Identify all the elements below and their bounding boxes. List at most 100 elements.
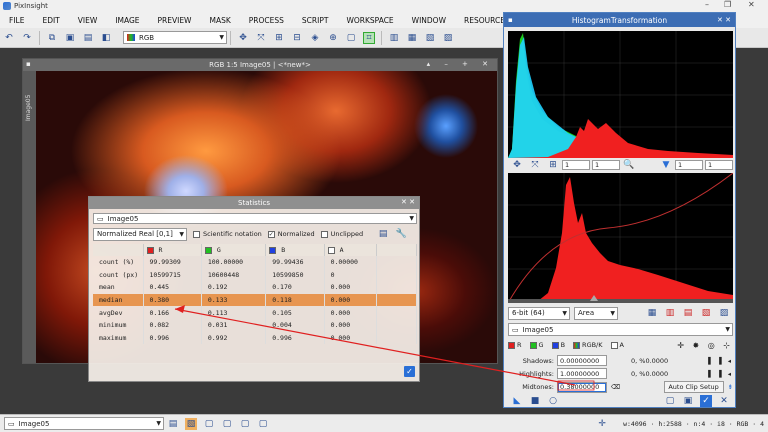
window-menu-icon[interactable]: ▪ bbox=[26, 60, 31, 68]
column-header-r[interactable]: R bbox=[143, 244, 202, 256]
zoom-fit-icon[interactable]: ⤧ bbox=[255, 32, 267, 44]
channel-combo[interactable]: RGB ▼ bbox=[123, 31, 227, 44]
clone-icon[interactable]: ◧ bbox=[100, 32, 112, 44]
zoom-v-spin[interactable]: 1 bbox=[592, 160, 620, 170]
statistics-controls-icon[interactable]: ✕ ✕ bbox=[401, 198, 415, 206]
new-instance-icon[interactable]: ◣ bbox=[511, 395, 523, 407]
statistics-window[interactable]: Statistics ✕ ✕ ▭ Image05 ▼ Normalized Rea… bbox=[88, 196, 420, 382]
undo-icon[interactable]: ↶ bbox=[3, 32, 15, 44]
maximize-icon[interactable]: ❐ bbox=[724, 0, 731, 9]
status-icon-5[interactable]: ▢ bbox=[239, 418, 251, 430]
pan-icon[interactable]: ✥ bbox=[237, 32, 249, 44]
readout-icon[interactable]: ⊕ bbox=[327, 32, 339, 44]
close-icon[interactable]: ✕ bbox=[748, 0, 755, 9]
shadows-tools-icon[interactable]: ▐ ▐ ◂ bbox=[706, 357, 733, 365]
zoom-1-icon[interactable]: ◈ bbox=[309, 32, 321, 44]
range-combo[interactable]: Normalized Real [0,1] ▼ bbox=[93, 227, 187, 241]
graph-1-icon[interactable]: ▦ bbox=[646, 307, 658, 319]
zoom-h2-spin[interactable]: 1 bbox=[675, 160, 703, 170]
channel-r[interactable]: R bbox=[517, 341, 522, 349]
cancel-icon[interactable]: ✕ bbox=[718, 395, 730, 407]
view-id-tab[interactable]: Image05 bbox=[25, 95, 32, 121]
status-icon-1[interactable]: ▤ bbox=[167, 418, 179, 430]
auto-clip-icon[interactable]: ⇟ bbox=[728, 383, 733, 391]
menu-item-view[interactable]: VIEW bbox=[69, 16, 107, 25]
zoom-in-icon[interactable]: ⊞ bbox=[273, 32, 285, 44]
channel-rgbk[interactable]: RGB/K bbox=[582, 341, 602, 349]
crop-icon[interactable]: ⌗ bbox=[363, 31, 375, 44]
menu-item-preview[interactable]: PREVIEW bbox=[149, 16, 201, 25]
statistics-row-median[interactable]: median 0.380 0.133 0.118 0.000 bbox=[93, 293, 417, 307]
statistics-row-count[interactable]: count (%) 99.99309 100.00000 99.99436 0.0000… bbox=[93, 256, 417, 269]
apply-check-icon[interactable]: ✓ bbox=[700, 395, 712, 407]
graph-4-icon[interactable]: ▧ bbox=[700, 307, 712, 319]
highlights-tools-icon[interactable]: ▐ ▐ ◂ bbox=[706, 370, 733, 378]
statistics-titlebar[interactable]: Statistics ✕ ✕ bbox=[89, 197, 419, 209]
zoom-h-spin[interactable]: 1 bbox=[562, 160, 590, 170]
column-header-a[interactable]: A bbox=[324, 244, 378, 256]
bits-combo[interactable]: 6-bit (64) ▼ bbox=[508, 306, 570, 320]
menu-item-script[interactable]: SCRIPT bbox=[293, 16, 338, 25]
copy-icon[interactable]: ▤ bbox=[377, 228, 389, 240]
crosshair-icon[interactable]: ✛ bbox=[596, 418, 608, 430]
status-view-combo[interactable]: ▭ Image05 ▼ bbox=[4, 417, 164, 430]
status-icon-4[interactable]: ▢ bbox=[221, 418, 233, 430]
layout-3-icon[interactable]: ▧ bbox=[424, 32, 436, 44]
graph-3-icon[interactable]: ▤ bbox=[682, 307, 694, 319]
shadows-input[interactable]: 0.00000000 bbox=[557, 355, 607, 366]
preview-icon[interactable]: ▢ bbox=[664, 395, 676, 407]
image-window-titlebar[interactable]: RGB 1:5 Image05 | <*new*> ▪ ▴ – + ✕ bbox=[23, 59, 497, 71]
mode-combo[interactable]: Area ▼ bbox=[574, 306, 618, 320]
menu-item-edit[interactable]: EDIT bbox=[33, 16, 68, 25]
apply-check-icon[interactable]: ✓ bbox=[404, 366, 415, 377]
output-zoom-icon[interactable]: ▼ bbox=[660, 159, 672, 171]
zoom-in-icon[interactable]: ⊞ bbox=[547, 159, 559, 171]
graph-2-icon[interactable]: ▥ bbox=[664, 307, 676, 319]
highlights-input[interactable]: 1.00000000 bbox=[557, 368, 607, 379]
layout-4-icon[interactable]: ▨ bbox=[442, 32, 454, 44]
histogram-titlebar[interactable]: ▪ HistogramTransformation ✕ ✕ bbox=[504, 13, 735, 27]
menu-item-image[interactable]: IMAGE bbox=[106, 16, 148, 25]
link-views-icon[interactable]: ⧉ bbox=[46, 32, 58, 44]
statistics-row-minimum[interactable]: minimum 0.082 0.031 0.004 0.000 bbox=[93, 318, 417, 332]
settings-wrench-icon[interactable]: 🔧 bbox=[395, 228, 407, 240]
edit-preview-icon[interactable]: ▢ bbox=[345, 32, 357, 44]
graph-5-icon[interactable]: ▨ bbox=[718, 307, 730, 319]
auto-clip-setup-button[interactable]: Auto Clip Setup bbox=[663, 381, 724, 393]
window-controls-icon[interactable]: ▴ – + ✕ bbox=[427, 60, 494, 68]
channel-g[interactable]: G bbox=[539, 341, 544, 349]
statistics-row-maximum[interactable]: maximum 0.996 0.992 0.996 0.000 bbox=[93, 331, 417, 345]
redo-icon[interactable]: ↷ bbox=[21, 32, 33, 44]
histogram-window[interactable]: ▪ HistogramTransformation ✕ ✕ ✥ ⤧ ⊞ 1 1 … bbox=[503, 12, 736, 408]
apply-global-icon[interactable]: ○ bbox=[547, 395, 559, 407]
statistics-row-mean[interactable]: mean 0.445 0.192 0.170 0.000 bbox=[93, 281, 417, 294]
menu-item-workspace[interactable]: WORKSPACE bbox=[337, 16, 402, 25]
status-icon-2[interactable]: ▧ bbox=[185, 417, 197, 430]
layout-2-icon[interactable]: ▦ bbox=[406, 32, 418, 44]
histogram-view-combo[interactable]: ▭ Image05 ▼ bbox=[508, 323, 733, 336]
zoom-fit-icon[interactable]: ⤧ bbox=[529, 159, 541, 171]
menu-item-file[interactable]: FILE bbox=[0, 16, 33, 25]
reset-tools-icon[interactable]: ✛ ✸ ◎ ⊹ bbox=[677, 341, 733, 350]
input-histogram[interactable] bbox=[508, 31, 733, 158]
status-icon-6[interactable]: ▢ bbox=[257, 418, 269, 430]
histogram-controls-icon[interactable]: ✕ ✕ bbox=[717, 16, 731, 24]
midtones-input[interactable]: 0.38000000 bbox=[557, 381, 607, 393]
menu-item-mask[interactable]: MASK bbox=[200, 16, 239, 25]
pan-icon[interactable]: ✥ bbox=[511, 159, 523, 171]
layout-1-icon[interactable]: ▥ bbox=[388, 32, 400, 44]
statistics-view-combo[interactable]: ▭ Image05 ▼ bbox=[93, 213, 417, 224]
save-icon[interactable]: ▤ bbox=[82, 32, 94, 44]
zoom-out-icon[interactable]: ⊟ bbox=[291, 32, 303, 44]
status-icon-3[interactable]: ▢ bbox=[203, 418, 215, 430]
menu-item-process[interactable]: PROCESS bbox=[240, 16, 293, 25]
channel-a[interactable]: A bbox=[620, 341, 624, 349]
midtones-reset-icon[interactable]: ⌫ bbox=[611, 383, 620, 391]
statistics-row-count-px[interactable]: count (px) 10599715 10600448 10599850 0 bbox=[93, 268, 417, 282]
reset-icon[interactable]: ▣ bbox=[682, 395, 694, 407]
apply-square-icon[interactable]: ■ bbox=[529, 395, 541, 407]
column-header-g[interactable]: G bbox=[201, 244, 267, 256]
zoom-v2-spin[interactable]: 1 bbox=[705, 160, 733, 170]
normalized-checkbox[interactable]: ✓ bbox=[267, 230, 275, 238]
new-image-icon[interactable]: ▣ bbox=[64, 32, 76, 44]
